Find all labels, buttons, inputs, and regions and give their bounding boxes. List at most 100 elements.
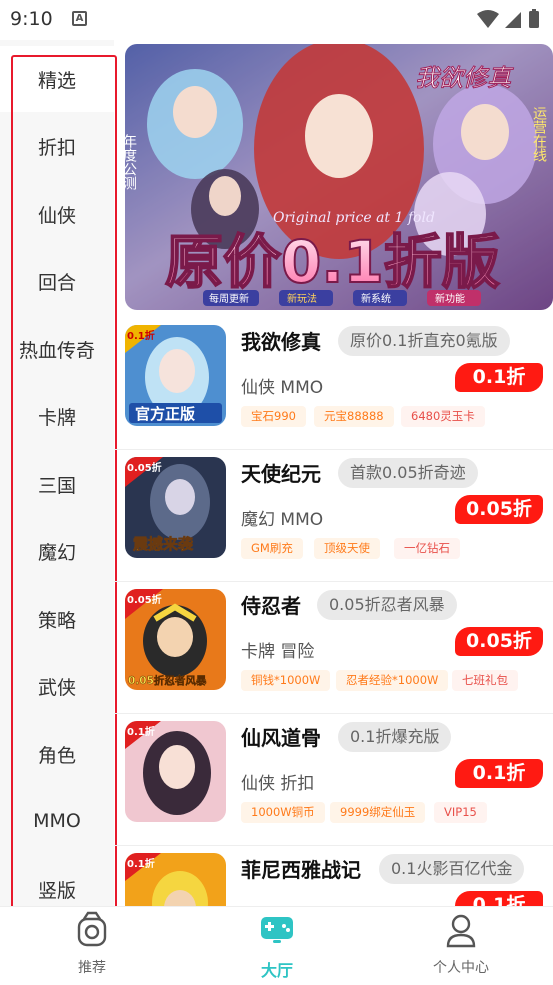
svg-text:新功能: 新功能 [435, 292, 465, 305]
svg-text:0.05折: 0.05折 [127, 593, 162, 606]
game-thumbnail: 0.05折 0.05折忍者风暴 [125, 589, 226, 690]
benefit-chip: 元宝88888 [314, 406, 394, 427]
game-category: 仙侠 MMO [241, 378, 324, 398]
sidebar-item-celue[interactable]: 策略 [0, 586, 114, 652]
sidebar-item-sanguo[interactable]: 三国 [0, 451, 114, 517]
discount-badge[interactable]: 0.1折 [455, 759, 543, 788]
tab-label: 推荐 [78, 960, 106, 976]
banner-right-vertical-text: 运营在线 [531, 106, 547, 162]
svg-text:0.05折: 0.05折 [127, 461, 162, 474]
svg-text:0.05折忍者风暴: 0.05折忍者风暴 [128, 674, 207, 687]
signal-icon [505, 12, 521, 28]
benefit-chip: 1000W铜币 [241, 802, 325, 823]
sidebar-item-label: 武侠 [37, 676, 76, 699]
bottom-tab-bar: 推荐 大厅 个人中心 [0, 906, 553, 984]
game-category: 魔幻 MMO [241, 510, 324, 530]
sidebar-item-label: 回合 [37, 271, 76, 294]
benefit-chip: 6480灵玉卡 [401, 406, 485, 427]
list-item[interactable]: 0.1折 仙风道骨 0.1折爆充版 仙侠 折扣 0.1折 1000W铜币 999… [114, 714, 553, 846]
status-time: 9:10 [10, 8, 53, 30]
game-category: 仙侠 折扣 [241, 774, 315, 794]
banner-left-vertical-text: 年度公测 [125, 134, 137, 190]
discount-badge[interactable]: 0.05折 [455, 495, 543, 524]
svg-text:0.1折: 0.1折 [127, 857, 155, 870]
svg-text:0.1折: 0.1折 [127, 329, 155, 342]
sidebar-item-label: 三国 [37, 474, 76, 497]
sidebar-item-huihe[interactable]: 回合 [0, 248, 114, 314]
benefit-chip: 9999绑定仙玉 [330, 802, 426, 823]
tab-recommend[interactable]: 推荐 [22, 907, 162, 985]
tab-label: 个人中心 [433, 960, 489, 976]
game-tag: 0.05折忍者风暴 [317, 590, 457, 620]
sidebar-item-label: 策略 [37, 609, 76, 632]
game-name: 侍忍者 [241, 594, 301, 618]
benefit-chip: 铜钱*1000W [241, 670, 331, 691]
sidebar-item-jingxuan[interactable]: 精选 [0, 46, 114, 112]
benefit-chip: GM刷充 [241, 538, 303, 559]
game-tag: 首款0.05折奇迹 [338, 458, 478, 488]
sidebar-item-label: 角色 [37, 744, 76, 767]
game-thumbnail: 0.1折 官方正版 [125, 325, 226, 426]
list-item[interactable]: 0.1折 菲尼西雅战记 0.1火影百亿代金 0.1折 [114, 846, 553, 908]
sidebar-item-label: 魔幻 [37, 541, 76, 564]
sidebar-item-xianxia[interactable]: 仙侠 [0, 181, 114, 247]
svg-text:新系统: 新系统 [361, 292, 391, 305]
game-name: 我欲修真 [241, 330, 321, 354]
sidebar-item-label: 热血传奇 [18, 339, 95, 362]
game-thumbnail: 0.1折 [125, 853, 226, 908]
sidebar-item-wuxia[interactable]: 武侠 [0, 653, 114, 719]
tab-profile[interactable]: 个人中心 [391, 907, 531, 985]
sidebar-item-zhekou[interactable]: 折扣 [0, 113, 114, 179]
person-icon [446, 914, 476, 948]
sidebar-item-mmo[interactable]: MMO [0, 788, 114, 854]
benefit-chip: 一亿钻石 [394, 538, 460, 559]
benefit-chip: 七班礼包 [452, 670, 518, 691]
list-item[interactable]: 0.05折 震撼来袭 天使纪元 首款0.05折奇迹 魔幻 MMO 0.05折 G… [114, 450, 553, 582]
camera-icon [77, 911, 107, 947]
category-sidebar: 精选 折扣 仙侠 回合 热血传奇 卡牌 三国 魔幻 策略 武侠 角色 MMO 竖… [0, 40, 114, 906]
status-bar: 9:10 A [0, 0, 553, 40]
tab-lobby[interactable]: 大厅 [207, 907, 347, 985]
benefit-chip: 顶级天使 [314, 538, 380, 559]
notification-a-icon: A [72, 11, 87, 26]
game-list: 0.1折 官方正版 我欲修真 原价0.1折直充0氪版 仙侠 MMO 0.1折 宝… [114, 318, 553, 908]
benefit-chip: 宝石990 [241, 406, 306, 427]
discount-badge[interactable]: 0.05折 [455, 627, 543, 656]
battery-icon [529, 11, 539, 28]
sidebar-item-label: 精选 [37, 69, 76, 92]
game-name: 菲尼西雅战记 [241, 858, 361, 882]
sidebar-item-label: 仙侠 [37, 204, 76, 227]
svg-text:0.1折: 0.1折 [127, 725, 155, 738]
game-thumbnail: 0.1折 [125, 721, 226, 822]
game-tag: 0.1折爆充版 [338, 722, 452, 752]
sidebar-item-rexue[interactable]: 热血传奇 [0, 316, 114, 382]
tab-label: 大厅 [260, 961, 293, 980]
sidebar-item-shuban[interactable]: 竖版 [0, 856, 114, 906]
banner-title: 原价0.1折版 [165, 228, 500, 296]
list-item[interactable]: 0.05折 0.05折忍者风暴 侍忍者 0.05折忍者风暴 卡牌 冒险 0.05… [114, 582, 553, 714]
sidebar-item-label: 竖版 [37, 879, 76, 902]
banner-subtitle: Original price at 1 fold [273, 210, 435, 226]
discount-badge[interactable]: 0.1折 [455, 363, 543, 392]
wifi-icon [477, 10, 499, 28]
svg-text:震撼来袭: 震撼来袭 [133, 535, 194, 553]
game-thumbnail: 0.05折 震撼来袭 [125, 457, 226, 558]
sidebar-item-label: MMO [33, 810, 81, 832]
benefit-chip: VIP15 [434, 802, 487, 823]
sidebar-item-mohuan[interactable]: 魔幻 [0, 518, 114, 584]
game-name: 仙风道骨 [241, 726, 321, 750]
game-tag: 0.1火影百亿代金 [379, 854, 525, 884]
promo-banner[interactable]: 我欲修真 年度公测 运营在线 Original price at 1 fold … [125, 44, 553, 310]
sidebar-item-juese[interactable]: 角色 [0, 721, 114, 787]
benefit-chip: 忍者经验*1000W [336, 670, 449, 691]
sidebar-item-label: 卡牌 [37, 406, 76, 429]
status-icons [477, 9, 539, 28]
game-tag: 原价0.1折直充0氪版 [338, 326, 510, 356]
list-item[interactable]: 0.1折 官方正版 我欲修真 原价0.1折直充0氪版 仙侠 MMO 0.1折 宝… [114, 318, 553, 450]
sidebar-item-kapai[interactable]: 卡牌 [0, 383, 114, 449]
svg-text:新玩法: 新玩法 [287, 292, 317, 305]
banner-artwork: 我欲修真 年度公测 运营在线 Original price at 1 fold … [125, 44, 553, 310]
game-category: 卡牌 冒险 [241, 642, 315, 662]
gamepad-icon [261, 917, 293, 943]
svg-text:每周更新: 每周更新 [209, 292, 249, 305]
